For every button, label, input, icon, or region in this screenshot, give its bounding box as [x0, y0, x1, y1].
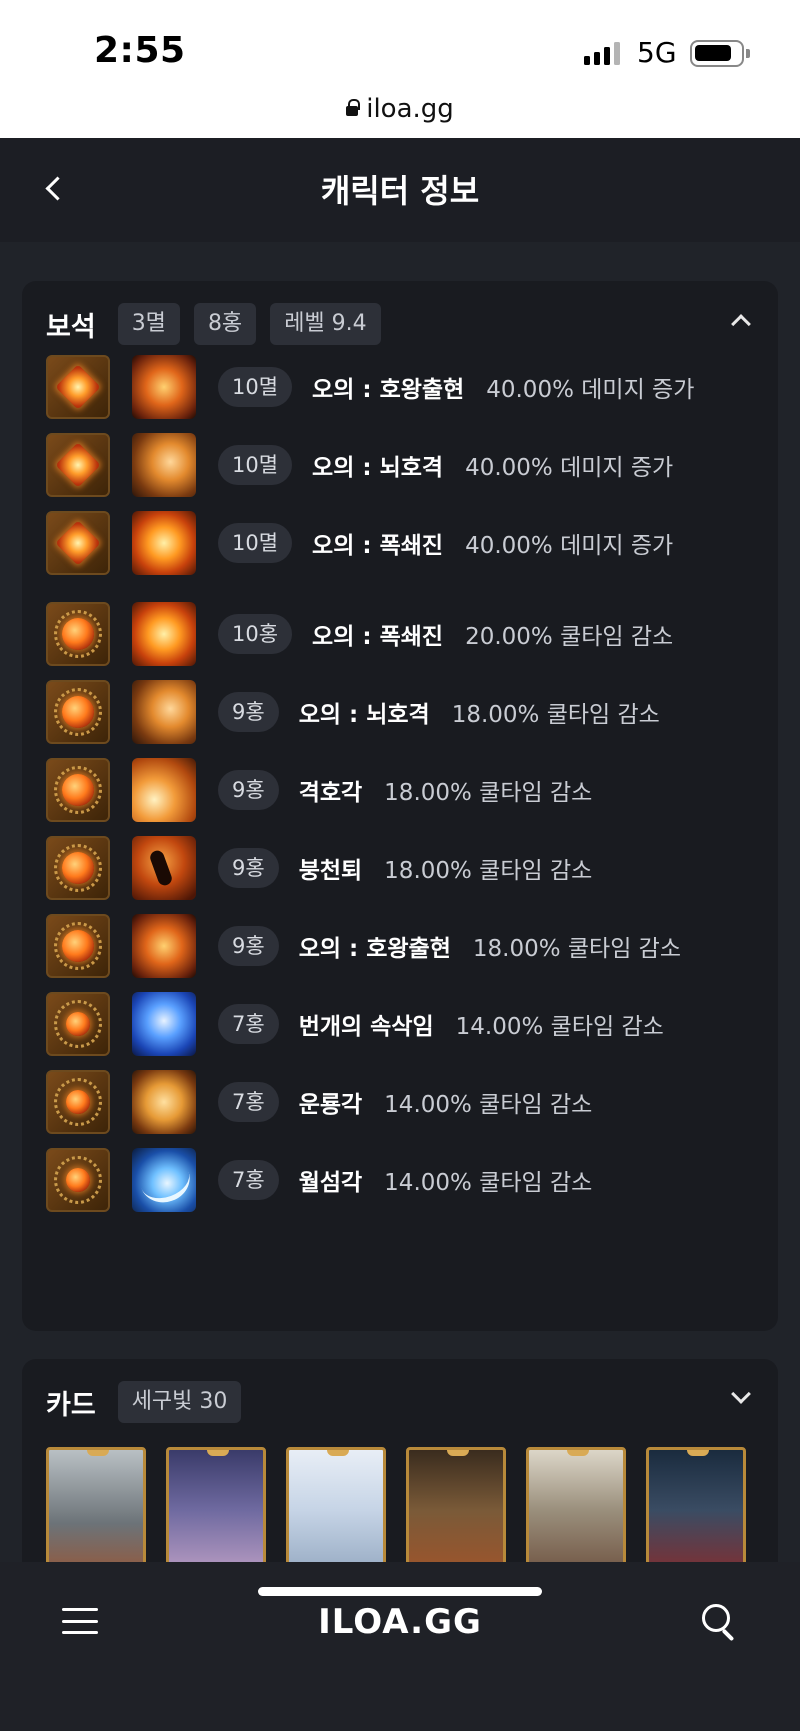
skill-name: 번개의 속삭임 — [298, 1014, 434, 1040]
address-bar[interactable]: iloa.gg — [0, 94, 800, 124]
gem-level-badge: 7홍 — [218, 1160, 279, 1200]
gem-level-badge: 9홍 — [218, 692, 279, 732]
gem-row[interactable]: 10멸 오의 : 폭쇄진 40.00% 데미지 증가 — [46, 511, 673, 575]
cards-card: 카드 세구빛 30 — [22, 1359, 778, 1562]
card-thumbnails — [46, 1447, 746, 1562]
brand-logo[interactable]: ILOA.GG — [0, 1602, 800, 1642]
skill-icon — [132, 355, 196, 419]
url-text: iloa.gg — [366, 94, 454, 124]
cooldown-gem-icon — [46, 602, 110, 666]
skill-name: 오의 : 뇌호격 — [312, 455, 444, 481]
skill-name: 오의 : 호왕출현 — [312, 377, 465, 403]
skill-name: 월섬각 — [298, 1170, 363, 1196]
skill-icon — [132, 914, 196, 978]
gem-row[interactable]: 10홍 오의 : 폭쇄진 20.00% 쿨타임 감소 — [46, 602, 673, 666]
gem-summary-tag: 8홍 — [193, 303, 257, 345]
gem-effect: 40.00% 데미지 증가 — [486, 377, 695, 403]
cards-card-header[interactable]: 카드 세구빛 30 — [46, 1381, 242, 1423]
gem-effect: 18.00% 쿨타임 감소 — [472, 936, 681, 962]
gem-effect: 18.00% 쿨타임 감소 — [451, 702, 660, 728]
skill-icon — [132, 433, 196, 497]
cellular-signal-icon — [584, 42, 620, 65]
skill-icon — [132, 511, 196, 575]
gems-card-header[interactable]: 보석 3멸 8홍 레벨 9.4 — [46, 303, 381, 345]
gem-level-badge: 10멸 — [218, 367, 293, 407]
skill-icon — [132, 992, 196, 1056]
skill-icon — [132, 1070, 196, 1134]
card-thumbnail[interactable] — [646, 1447, 746, 1562]
skill-name: 오의 : 뇌호격 — [298, 702, 430, 728]
cooldown-gem-icon — [46, 1148, 110, 1212]
card-set-tag: 세구빛 30 — [117, 1381, 242, 1423]
gem-level-badge: 7홍 — [218, 1004, 279, 1044]
card-thumbnail[interactable] — [406, 1447, 506, 1562]
skill-icon — [132, 836, 196, 900]
lock-icon — [346, 99, 361, 116]
gem-effect: 40.00% 데미지 증가 — [465, 455, 674, 481]
skill-icon — [132, 680, 196, 744]
gems-card: 보석 3멸 8홍 레벨 9.4 10멸 오의 : 호왕출현 40.00% 데미지 증… — [22, 281, 778, 1331]
gem-row[interactable]: 10멸 오의 : 호왕출현 40.00% 데미지 증가 — [46, 355, 694, 419]
network-type: 5G — [637, 36, 677, 69]
skill-name: 오의 : 폭쇄진 — [312, 533, 444, 559]
gem-level-badge: 9홍 — [218, 926, 279, 966]
gem-row[interactable]: 9홍 붕천퇴 18.00% 쿨타임 감소 — [46, 836, 592, 900]
home-indicator — [258, 1587, 542, 1596]
damage-gem-icon — [46, 511, 110, 575]
gem-level-badge: 9홍 — [218, 848, 279, 888]
card-thumbnail[interactable] — [46, 1447, 146, 1562]
cooldown-gem-icon — [46, 836, 110, 900]
gem-level-badge: 9홍 — [218, 770, 279, 810]
gem-row[interactable]: 9홍 격호각 18.00% 쿨타임 감소 — [46, 758, 592, 822]
gem-effect: 20.00% 쿨타임 감소 — [465, 624, 674, 650]
expand-chevron-icon[interactable] — [731, 1384, 751, 1404]
skill-name: 격호각 — [298, 780, 363, 806]
cards-title: 카드 — [46, 1389, 96, 1421]
gem-effect: 40.00% 데미지 증가 — [465, 533, 674, 559]
gem-row[interactable]: 7홍 월섬각 14.00% 쿨타임 감소 — [46, 1148, 592, 1212]
page-title: 캐릭터 정보 — [320, 172, 480, 210]
cooldown-gem-icon — [46, 758, 110, 822]
card-thumbnail[interactable] — [526, 1447, 626, 1562]
skill-icon — [132, 1148, 196, 1212]
skill-name: 오의 : 폭쇄진 — [312, 624, 444, 650]
gem-effect: 18.00% 쿨타임 감소 — [384, 858, 593, 884]
skill-icon — [132, 758, 196, 822]
gem-level-badge: 10홍 — [218, 614, 293, 654]
gem-effect: 18.00% 쿨타임 감소 — [384, 780, 593, 806]
gem-level-badge: 10멸 — [218, 523, 293, 563]
card-thumbnail[interactable] — [166, 1447, 266, 1562]
main-content[interactable]: 보석 3멸 8홍 레벨 9.4 10멸 오의 : 호왕출현 40.00% 데미지 증… — [0, 242, 800, 1562]
gem-row[interactable]: 9홍 오의 : 호왕출현 18.00% 쿨타임 감소 — [46, 914, 681, 978]
skill-name: 운룡각 — [298, 1092, 363, 1118]
collapse-chevron-icon[interactable] — [731, 314, 751, 334]
card-thumbnail[interactable] — [286, 1447, 386, 1562]
gem-effect: 14.00% 쿨타임 감소 — [384, 1092, 593, 1118]
page-header: 캐릭터 정보 — [0, 138, 800, 242]
gem-summary-tag: 레벨 9.4 — [270, 303, 381, 345]
gem-summary-tag: 3멸 — [117, 303, 180, 345]
damage-gem-icon — [46, 355, 110, 419]
gem-row[interactable]: 7홍 운룡각 14.00% 쿨타임 감소 — [46, 1070, 592, 1134]
gem-effect: 14.00% 쿨타임 감소 — [455, 1014, 664, 1040]
cooldown-gem-icon — [46, 914, 110, 978]
gem-row[interactable]: 10멸 오의 : 뇌호격 40.00% 데미지 증가 — [46, 433, 673, 497]
skill-name: 오의 : 호왕출현 — [298, 936, 451, 962]
gem-row[interactable]: 9홍 오의 : 뇌호격 18.00% 쿨타임 감소 — [46, 680, 660, 744]
gem-effect: 14.00% 쿨타임 감소 — [384, 1170, 593, 1196]
battery-icon — [690, 40, 750, 67]
damage-gem-icon — [46, 433, 110, 497]
cooldown-gem-icon — [46, 992, 110, 1056]
status-time: 2:55 — [94, 30, 186, 71]
status-bar: 2:55 5G iloa.gg — [0, 0, 800, 138]
gems-title: 보석 — [46, 311, 96, 343]
gem-row[interactable]: 7홍 번개의 속삭임 14.00% 쿨타임 감소 — [46, 992, 664, 1056]
skill-name: 붕천퇴 — [298, 858, 363, 884]
search-icon[interactable] — [702, 1604, 738, 1640]
cooldown-gem-icon — [46, 680, 110, 744]
skill-icon — [132, 602, 196, 666]
gem-level-badge: 10멸 — [218, 445, 293, 485]
cooldown-gem-icon — [46, 1070, 110, 1134]
gem-level-badge: 7홍 — [218, 1082, 279, 1122]
